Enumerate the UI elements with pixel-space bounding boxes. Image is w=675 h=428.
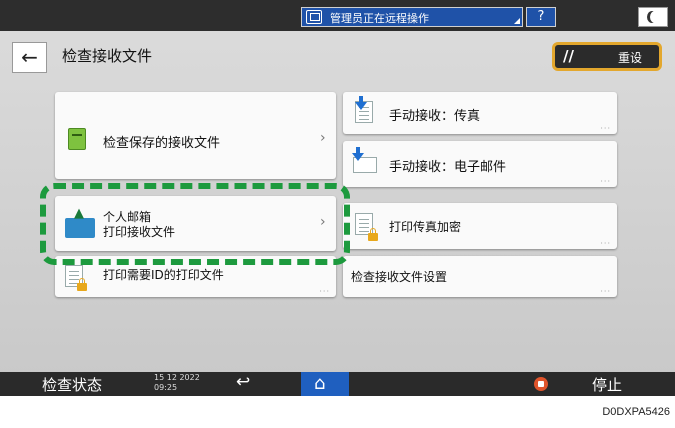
home-button[interactable]: ⌂ <box>301 372 349 396</box>
device-screen: 管理员正在远程操作 ? ← 检查接收文件 // 重设 检查保存的接收文件 › ▲… <box>0 0 675 396</box>
lock-icon <box>77 278 87 291</box>
corner-icon <box>514 18 520 24</box>
manual-receive-fax-tile[interactable]: 手动接收：传真 ··· <box>343 92 617 134</box>
stop-icon[interactable] <box>534 377 548 391</box>
figure-caption: D0DXPA5426 <box>602 406 670 418</box>
print-fax-encrypted-tile[interactable]: 打印传真加密 ··· <box>343 203 617 249</box>
reset-button[interactable]: // 重设 <box>552 42 662 71</box>
lock-icon <box>368 228 378 241</box>
tile-label: 检查保存的接收文件 <box>103 136 221 151</box>
folder-icon <box>68 128 86 150</box>
tile-label: 打印需要ID的打印文件 <box>103 268 224 282</box>
stop-button[interactable]: 停止 <box>592 374 622 395</box>
tile-label: 手动接收：电子邮件 <box>389 160 507 175</box>
moon-icon <box>650 11 660 23</box>
date-text: 15 12 2022 <box>154 373 200 382</box>
reset-label: 重设 <box>618 51 643 65</box>
manual-receive-email-tile[interactable]: 手动接收：电子邮件 ··· <box>343 141 617 187</box>
page-title: 检查接收文件 <box>62 47 153 65</box>
time-text: 09:25 <box>154 383 178 392</box>
highlight-frame <box>40 183 350 265</box>
check-receive-settings-tile[interactable]: 检查接收文件设置 ··· <box>343 256 617 297</box>
top-status-bar: 管理员正在远程操作 ? <box>0 0 675 31</box>
back-button[interactable]: ← <box>12 42 47 73</box>
reset-icon: // <box>563 47 574 65</box>
help-button[interactable]: ? <box>526 7 556 27</box>
undo-icon[interactable]: ↩ <box>236 372 250 392</box>
tile-label: 手动接收：传真 <box>389 109 481 124</box>
more-dots-icon: ··· <box>600 239 611 248</box>
more-dots-icon: ··· <box>600 287 611 296</box>
date-time: 15 12 2022 09:25 <box>154 373 200 393</box>
remote-icon <box>306 10 322 24</box>
check-status-button[interactable]: 检查状态 <box>42 374 102 395</box>
home-icon: ⌂ <box>314 373 326 394</box>
remote-status-text: 管理员正在远程操作 <box>330 12 429 25</box>
more-dots-icon: ··· <box>600 124 611 133</box>
check-saved-files-tile[interactable]: 检查保存的接收文件 › <box>55 92 336 179</box>
more-dots-icon: ··· <box>319 287 330 296</box>
chevron-right-icon: › <box>320 130 326 146</box>
more-dots-icon: ··· <box>600 177 611 186</box>
tile-label: 打印传真加密 <box>389 220 462 234</box>
bottom-bar: 检查状态 15 12 2022 09:25 ↩ ⌂ 停止 <box>0 372 675 396</box>
remote-operation-indicator[interactable]: 管理员正在远程操作 <box>301 7 523 27</box>
energy-saver-button[interactable] <box>638 7 668 27</box>
tile-label: 检查接收文件设置 <box>351 270 448 284</box>
